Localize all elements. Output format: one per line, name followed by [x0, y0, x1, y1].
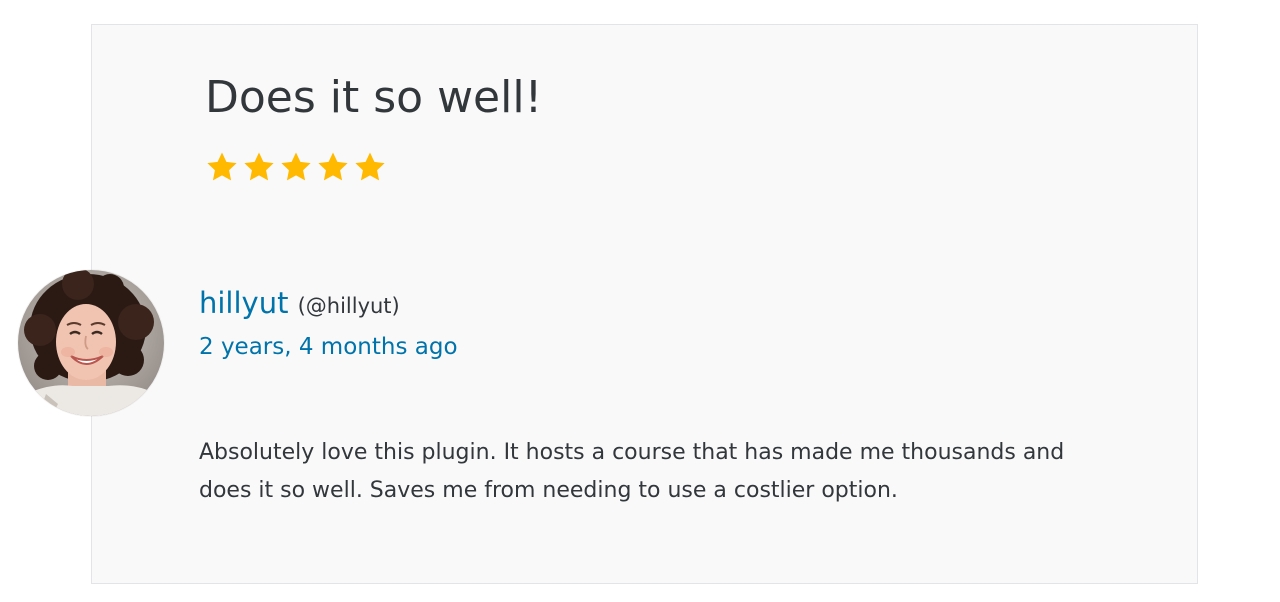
- star-filled-icon: [355, 152, 385, 181]
- star-filled-icon: [207, 152, 237, 181]
- star-filled-icon: [318, 152, 348, 181]
- review-body: Absolutely love this plugin. It hosts a …: [199, 434, 1159, 510]
- star-filled-icon: [244, 152, 274, 181]
- user-avatar-photo: [18, 270, 164, 416]
- review-date-link[interactable]: 2 years, 4 months ago: [199, 334, 458, 360]
- avatar[interactable]: [18, 270, 164, 416]
- star-filled-icon: [281, 152, 311, 181]
- author-name-link[interactable]: hillyut: [199, 286, 288, 320]
- author-handle: (@hillyut): [297, 294, 400, 318]
- review-title: Does it so well!: [205, 72, 543, 123]
- review-body-line: does it so well. Saves me from needing t…: [199, 478, 898, 503]
- author-line: hillyut (@hillyut): [199, 286, 400, 320]
- review-body-line: Absolutely love this plugin. It hosts a …: [199, 440, 1065, 465]
- star-rating: [205, 150, 387, 184]
